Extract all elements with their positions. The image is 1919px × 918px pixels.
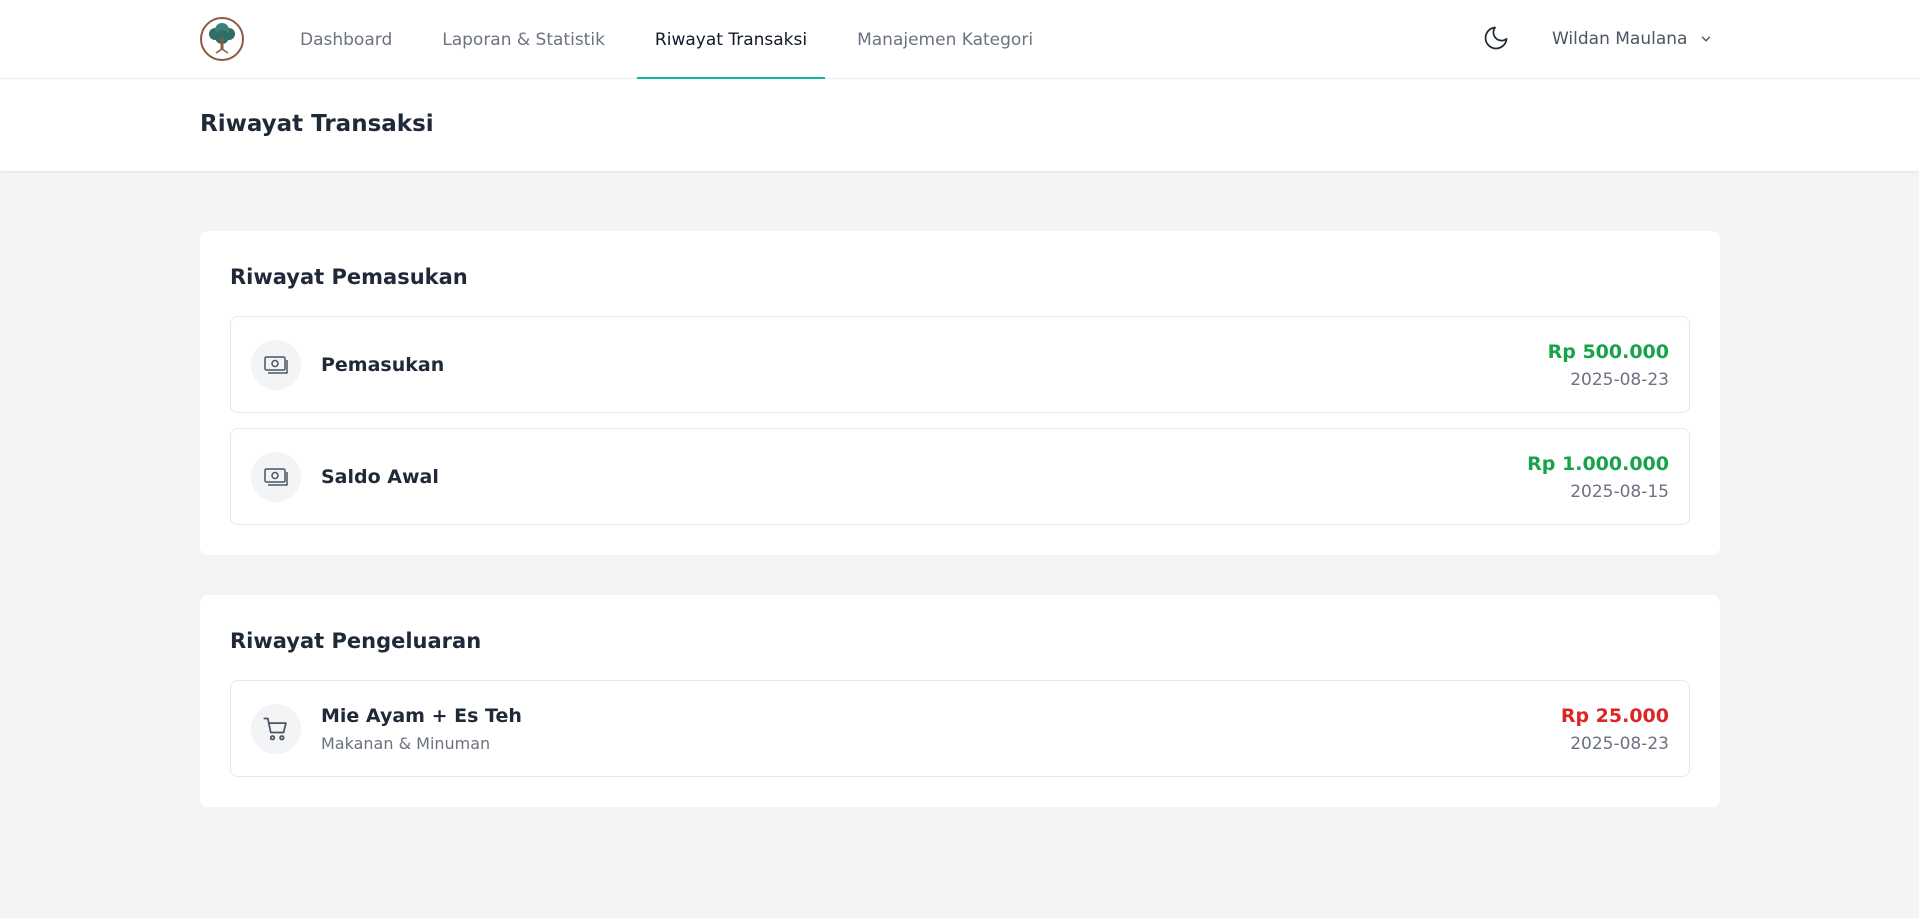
transaction-icon-wrapper: [251, 340, 301, 390]
nav-link-manajemen-kategori[interactable]: Manajemen Kategori: [839, 0, 1051, 79]
shopping-cart-icon: [263, 717, 287, 741]
nav-links: Dashboard Laporan & Statistik Riwayat Tr…: [282, 0, 1065, 79]
nav-link-dashboard[interactable]: Dashboard: [282, 0, 410, 79]
transaction-amount: Rp 500.000: [1547, 341, 1669, 363]
top-navbar: Dashboard Laporan & Statistik Riwayat Tr…: [0, 0, 1919, 79]
transaction-date: 2025-08-15: [1570, 482, 1669, 502]
cash-icon: [264, 356, 288, 374]
transaction-date: 2025-08-23: [1570, 370, 1669, 390]
user-name: Wildan Maulana: [1552, 29, 1688, 49]
theme-toggle-button[interactable]: [1480, 22, 1512, 54]
income-item-saldo-awal[interactable]: Saldo Awal Rp 1.000.000 2025-08-15: [230, 428, 1690, 525]
nav-link-riwayat-transaksi[interactable]: Riwayat Transaksi: [636, 0, 826, 79]
transaction-amount: Rp 1.000.000: [1527, 453, 1669, 475]
nav-link-laporan-statistik[interactable]: Laporan & Statistik: [424, 0, 623, 79]
transaction-category: Makanan & Minuman: [321, 734, 491, 753]
moon-icon: [1484, 26, 1508, 50]
income-card: Riwayat Pemasukan Pemasukan Rp 500.000 2…: [200, 231, 1720, 555]
chevron-down-icon: [1702, 36, 1711, 42]
expense-card-title: Riwayat Pengeluaran: [230, 629, 482, 653]
page-header: Riwayat Transaksi: [0, 79, 1919, 171]
cash-icon: [264, 468, 288, 486]
transaction-name: Pemasukan: [321, 354, 445, 376]
income-card-title: Riwayat Pemasukan: [230, 265, 468, 289]
logo[interactable]: [200, 17, 244, 61]
expense-item-mie-ayam[interactable]: Mie Ayam + Es Teh Makanan & Minuman Rp 2…: [230, 680, 1690, 777]
expense-card: Riwayat Pengeluaran Mie Ayam + Es Teh Ma…: [200, 595, 1720, 807]
transaction-name: Saldo Awal: [321, 466, 439, 488]
tree-logo-icon: [209, 23, 235, 54]
transaction-icon-wrapper: [251, 704, 301, 754]
transaction-amount: Rp 25.000: [1560, 705, 1669, 727]
income-item-pemasukan[interactable]: Pemasukan Rp 500.000 2025-08-23: [230, 316, 1690, 413]
transaction-icon-wrapper: [251, 452, 301, 502]
transaction-date: 2025-08-23: [1570, 734, 1669, 754]
transaction-name: Mie Ayam + Es Teh: [321, 705, 522, 727]
page-title: Riwayat Transaksi: [200, 111, 434, 137]
user-menu-button[interactable]: Wildan Maulana: [1552, 22, 1713, 56]
